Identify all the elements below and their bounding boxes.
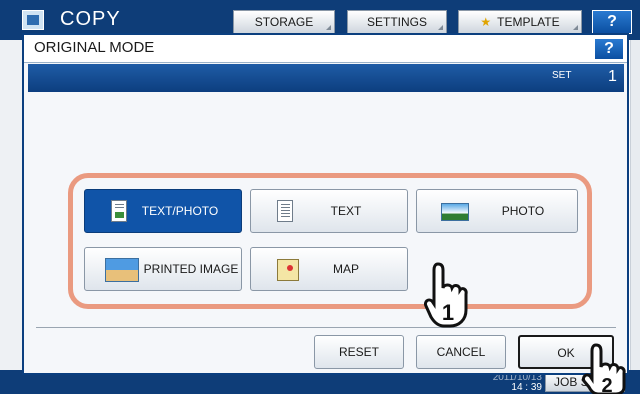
app-title: COPY <box>60 8 121 30</box>
pointer-hand-2-icon: 2 <box>582 343 632 394</box>
map-button[interactable]: MAP <box>250 247 408 291</box>
copy-screen: COPY STORAGE SETTINGS ★ TEMPLATE ? 2011/1… <box>0 0 640 394</box>
pointer-hand-1-icon: 1 <box>424 262 468 330</box>
dialog-title: ORIGINAL MODE <box>34 39 155 56</box>
set-value: 1 <box>608 68 617 85</box>
text-photo-label: TEXT/PHOTO <box>141 204 219 218</box>
step-1-number: 1 <box>442 300 454 325</box>
tab-storage[interactable]: STORAGE <box>233 10 335 34</box>
tab-storage-label: STORAGE <box>254 15 314 29</box>
tab-settings[interactable]: SETTINGS <box>347 10 447 34</box>
dialog-help-button[interactable]: ? <box>594 38 624 60</box>
tab-settings-label: SETTINGS <box>366 15 427 29</box>
tab-template[interactable]: ★ TEMPLATE <box>458 10 582 34</box>
right-side-panel <box>630 40 640 370</box>
star-icon: ★ <box>480 15 492 29</box>
text-photo-button[interactable]: TEXT/PHOTO <box>84 189 242 233</box>
tab-template-label: TEMPLATE <box>497 15 560 29</box>
dialog-title-bar: ORIGINAL MODE ? <box>24 35 627 63</box>
app-help-button[interactable]: ? <box>592 10 632 34</box>
map-label: MAP <box>332 262 359 276</box>
printed-image-button[interactable]: PRINTED IMAGE <box>84 247 242 291</box>
original-mode-dialog: ORIGINAL MODE ? SET 1 TEXT/PHOTO TEXT PH… <box>22 33 629 375</box>
corner-triangle-icon <box>438 25 443 30</box>
printed-image-label: PRINTED IMAGE <box>143 262 239 276</box>
corner-triangle-icon <box>573 25 578 30</box>
set-label: SET <box>552 70 572 81</box>
set-count-bar: SET 1 <box>28 64 624 92</box>
photo-button[interactable]: PHOTO <box>416 189 578 233</box>
footer-divider <box>36 327 616 328</box>
text-button[interactable]: TEXT <box>250 189 408 233</box>
clock: 2011/10/13 14 : 39 <box>478 373 542 393</box>
text-label: TEXT <box>330 204 362 218</box>
copy-app-icon <box>22 10 44 30</box>
cancel-button[interactable]: CANCEL <box>416 335 506 369</box>
corner-triangle-icon <box>326 25 331 30</box>
photo-label: PHOTO <box>501 204 545 218</box>
step-2-number: 2 <box>601 375 612 394</box>
reset-button[interactable]: RESET <box>314 335 404 369</box>
left-side-panel <box>0 40 22 370</box>
clock-time: 14 : 39 <box>511 382 542 393</box>
